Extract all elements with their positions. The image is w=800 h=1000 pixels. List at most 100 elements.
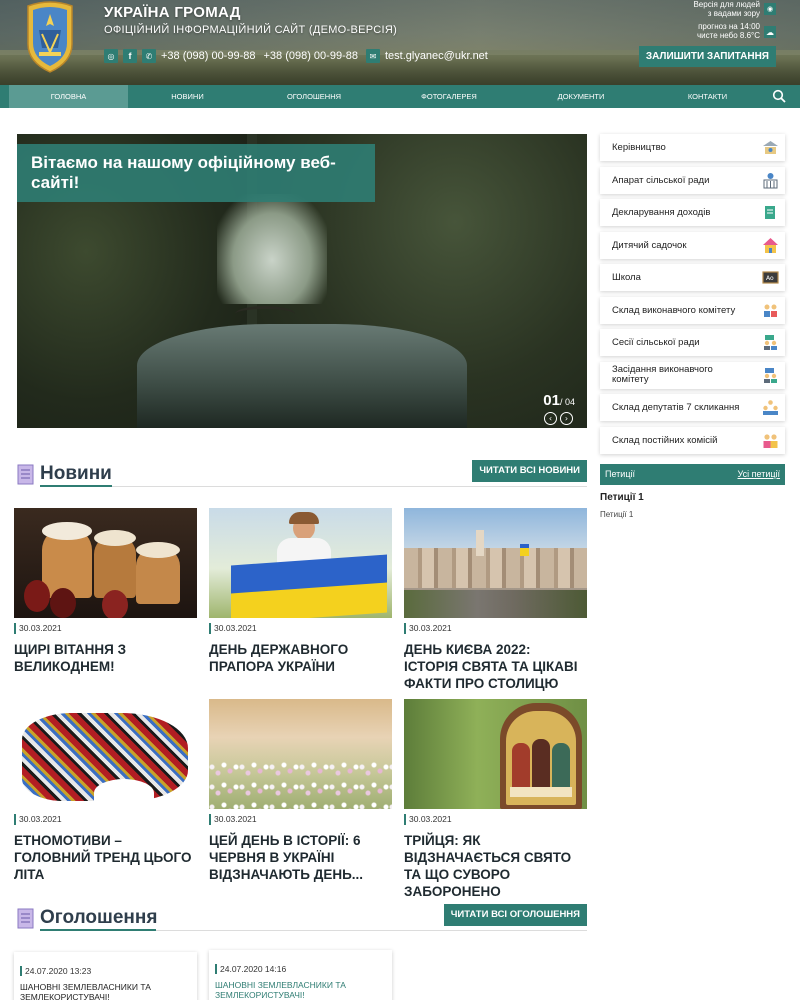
- email-link[interactable]: test.glyanec@ukr.net: [385, 50, 488, 62]
- petition-title[interactable]: Петиції 1: [600, 492, 644, 503]
- sidebar-item-school[interactable]: Школа Ao: [600, 264, 785, 291]
- sidebar-item-label: Школа: [612, 272, 641, 283]
- announcement-date: 24.07.2020 14:16: [215, 964, 386, 974]
- nav-item-news[interactable]: НОВИНИ: [128, 85, 247, 108]
- slide-image-sky: [217, 194, 327, 304]
- coat-of-arms-icon[interactable]: [24, 0, 76, 74]
- slide-counter: 01/ 04: [543, 392, 575, 410]
- nav-item-contacts[interactable]: КОНТАКТИ: [645, 85, 770, 108]
- announcement-title[interactable]: ШАНОВНІ ЗЕМЛЕВЛАСНИКИ ТА ЗЕМЛЕКОРИСТУВАЧ…: [215, 980, 386, 1000]
- news-card[interactable]: 30.03.2021 ДЕНЬ КИЄВА 2022: ІСТОРІЯ СВЯТ…: [404, 508, 587, 692]
- instagram-icon[interactable]: ◎: [104, 49, 118, 63]
- slide-current: 01: [543, 392, 560, 409]
- sidebar-item-executive-committee[interactable]: Склад виконавчого комітету: [600, 296, 785, 324]
- news-date: 30.03.2021: [14, 623, 197, 634]
- petition-subtitle: Петиції 1: [600, 510, 634, 519]
- search-icon[interactable]: [772, 89, 786, 103]
- read-all-announcements-button[interactable]: ЧИТАТИ ВСІ ОГОЛОШЕННЯ: [443, 904, 587, 926]
- news-title-link[interactable]: ДЕНЬ ДЕРЖАВНОГО ПРАПОРА УКРАЇНИ: [209, 641, 392, 675]
- meeting-icon: [764, 335, 777, 350]
- news-card[interactable]: 30.03.2021 ТРІЙЦЯ: ЯК ВІДЗНАЧАЄТЬСЯ СВЯТ…: [404, 699, 587, 900]
- news-image-ethno-map[interactable]: [14, 699, 197, 809]
- nav-item-documents[interactable]: ДОКУМЕНТИ: [517, 85, 645, 108]
- vision-link[interactable]: Версія для людей з вадами зору: [693, 0, 760, 18]
- news-image-easter[interactable]: [14, 508, 197, 618]
- sidebar-item-deputies[interactable]: Склад депутатів 7 скликання: [600, 394, 785, 421]
- main-nav: ГОЛОВНА НОВИНИ ОГОЛОШЕННЯ ФОТОГАЛЕРЕЯ ДО…: [0, 85, 800, 108]
- news-date: 30.03.2021: [209, 623, 392, 634]
- news-card[interactable]: 30.03.2021 ЦЕЙ ДЕНЬ В ІСТОРІЇ: 6 ЧЕРВНЯ …: [209, 699, 392, 883]
- chalkboard-icon: Ao: [762, 271, 779, 284]
- sidebar-item-label: Дитячий садочок: [612, 239, 687, 251]
- slide-arrows: ‹ ›: [544, 412, 573, 425]
- leadership-icon: [763, 141, 778, 154]
- announcement-title[interactable]: ШАНОВНІ ЗЕМЛЕВЛАСНИКИ ТА ЗЕМЛЕКОРИСТУВАЧ…: [20, 982, 191, 1000]
- nav-item-gallery[interactable]: ФОТОГАЛЕРЕЯ: [381, 85, 517, 108]
- news-title-link[interactable]: ЦЕЙ ДЕНЬ В ІСТОРІЇ: 6 ЧЕРВНЯ В УКРАЇНІ В…: [209, 832, 392, 883]
- sidebar-item-label: Сесії сільської ради: [612, 337, 700, 348]
- slide-total: / 04: [559, 397, 575, 407]
- news-card[interactable]: 30.03.2021 ЕТНОМОТИВИ – ГОЛОВНИЙ ТРЕНД Ц…: [14, 699, 197, 883]
- news-date: 30.03.2021: [209, 814, 392, 825]
- site-title[interactable]: УКРАЇНА ГРОМАД: [104, 4, 241, 21]
- news-section-header: Новини ЧИТАТИ ВСІ НОВИНИ: [17, 460, 587, 487]
- nav-item-announcements[interactable]: ОГОЛОШЕННЯ: [247, 85, 381, 108]
- phone-number-1[interactable]: +38 (098) 00-99-88: [161, 50, 255, 62]
- sidebar-item-kindergarten[interactable]: Дитячий садочок: [600, 231, 785, 259]
- building-icon: [763, 172, 778, 188]
- all-petitions-link[interactable]: Усі петиції: [738, 464, 781, 485]
- news-title: Новини: [40, 463, 112, 484]
- sidebar-item-label: Склад депутатів 7 скликання: [612, 402, 740, 413]
- announcements-title: Оголошення: [40, 907, 158, 928]
- sidebar-item-label: Склад постійних комісій: [612, 434, 718, 446]
- news-image-kyiv[interactable]: [404, 508, 587, 618]
- read-all-news-button[interactable]: ЧИТАТИ ВСІ НОВИНИ: [472, 460, 587, 482]
- news-card[interactable]: 30.03.2021 ДЕНЬ ДЕРЖАВНОГО ПРАПОРА УКРАЇ…: [209, 508, 392, 675]
- sidebar-item-label: Апарат сільської ради: [612, 174, 710, 186]
- sidebar-item-leadership[interactable]: Керівництво: [600, 134, 785, 161]
- vision-line-2: з вадами зору: [707, 9, 760, 18]
- slide-image-water: [137, 324, 467, 428]
- petitions-header: Петиції Усі петиції: [600, 464, 785, 485]
- news-date: 30.03.2021: [14, 814, 197, 825]
- meeting-icon: [764, 367, 777, 383]
- next-slide-icon[interactable]: ›: [560, 412, 573, 425]
- slide-image-bridge: [235, 306, 295, 322]
- announcement-card[interactable]: 24.07.2020 13:23 ШАНОВНІ ЗЕМЛЕВЛАСНИКИ Т…: [14, 952, 197, 1000]
- header-contacts: ◎ f ✆ +38 (098) 00-99-88 +38 (098) 00-99…: [104, 49, 488, 63]
- sidebar-item-label: Засідання виконавчого комітету: [612, 364, 713, 385]
- sidebar-item-standing-commissions[interactable]: Склад постійних комісій: [600, 426, 785, 454]
- svg-text:Ao: Ao: [766, 275, 774, 282]
- vision-line-1: Версія для людей: [693, 0, 760, 9]
- newspaper-icon: [17, 908, 34, 929]
- news-image-trinity-icon[interactable]: [404, 699, 587, 809]
- people-icon: [764, 304, 777, 317]
- news-image-meadow[interactable]: [209, 699, 392, 809]
- eye-icon[interactable]: ◉: [764, 3, 776, 15]
- news-card[interactable]: 30.03.2021 ЩИРІ ВІТАННЯ З ВЕЛИКОДНЕМ!: [14, 508, 197, 675]
- news-title-link[interactable]: ТРІЙЦЯ: ЯК ВІДЗНАЧАЄТЬСЯ СВЯТО ТА ЩО СУВ…: [404, 832, 587, 900]
- news-title-link[interactable]: ЩИРІ ВІТАННЯ З ВЕЛИКОДНЕМ!: [14, 641, 197, 675]
- sidebar-item-label: Склад виконавчого комітету: [612, 304, 736, 316]
- sidebar-item-income-declaration[interactable]: Декларування доходів: [600, 199, 785, 226]
- news-image-flag[interactable]: [209, 508, 392, 618]
- news-underline: [40, 485, 112, 487]
- announcement-card[interactable]: 24.07.2020 14:16 ШАНОВНІ ЗЕМЛЕВЛАСНИКИ Т…: [209, 950, 392, 1000]
- announcements-section-header: Оголошення ЧИТАТИ ВСІ ОГОЛОШЕННЯ: [17, 904, 587, 931]
- sidebar-item-council-sessions[interactable]: Сесії сільської ради: [600, 329, 785, 356]
- sidebar-item-council-staff[interactable]: Апарат сільської ради: [600, 166, 785, 194]
- sidebar-menu: Керівництво Апарат сільської ради Деклар…: [600, 134, 785, 459]
- sidebar-item-committee-meetings[interactable]: Засідання виконавчого комітету: [600, 361, 785, 389]
- ask-question-button[interactable]: ЗАЛИШИТИ ЗАПИТАННЯ: [638, 46, 776, 67]
- site-subtitle: ОФІЦІЙНИЙ ІНФОРМАЦІЙНИЙ САЙТ (ДЕМО-ВЕРСІ…: [104, 24, 398, 36]
- hero-slider[interactable]: Вітаємо на нашому офіційному веб-сайті! …: [17, 134, 587, 428]
- document-icon: [765, 206, 775, 219]
- phone-number-2[interactable]: +38 (098) 00-99-88: [263, 50, 357, 62]
- nav-item-home[interactable]: ГОЛОВНА: [9, 85, 128, 108]
- weather-line-2: чисте небо 8.6°C: [696, 31, 760, 40]
- news-title-link[interactable]: ДЕНЬ КИЄВА 2022: ІСТОРІЯ СВЯТА ТА ЦІКАВІ…: [404, 641, 587, 692]
- kindergarten-icon: [763, 237, 778, 253]
- news-title-link[interactable]: ЕТНОМОТИВИ – ГОЛОВНИЙ ТРЕНД ЦЬОГО ЛІТА: [14, 832, 197, 883]
- prev-slide-icon[interactable]: ‹: [544, 412, 557, 425]
- facebook-icon[interactable]: f: [123, 49, 137, 63]
